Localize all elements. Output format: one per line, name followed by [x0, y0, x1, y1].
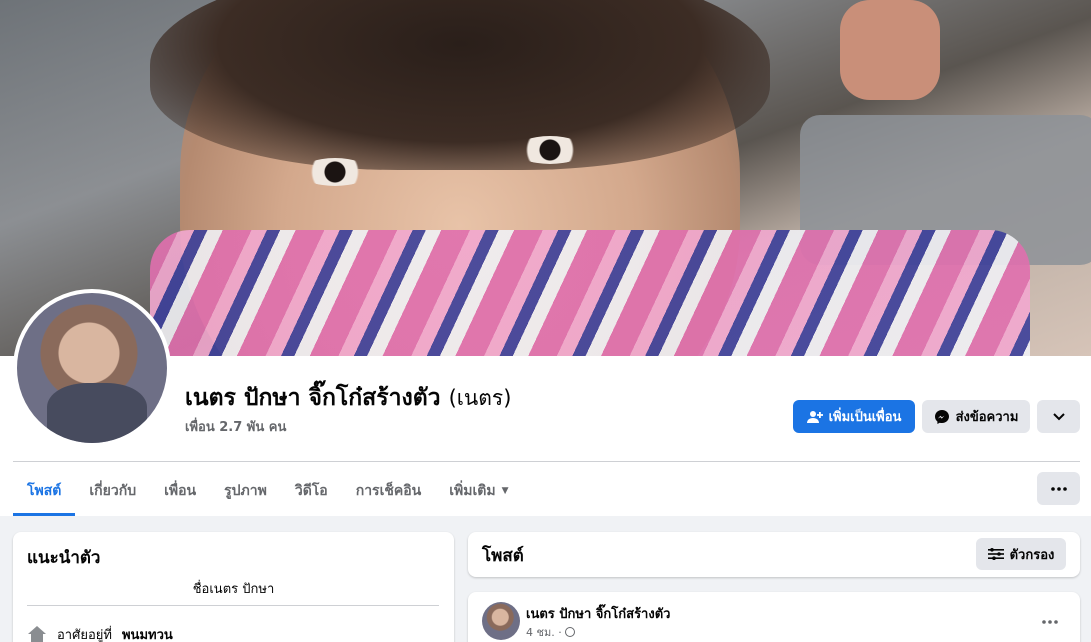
- tab-label: เพื่อน: [164, 483, 197, 499]
- intro-title: แนะนำตัว: [27, 548, 101, 568]
- profile-tabs: โพสต์ เกี่ยวกับ เพื่อน รูปภาพ วิดีโอ การ…: [13, 466, 523, 516]
- tab-label: การเช็คอิน: [355, 483, 422, 499]
- overflow-menu-button[interactable]: [1037, 472, 1080, 505]
- post-timestamp[interactable]: 4 ชม. ·: [526, 623, 562, 641]
- caret-down-icon: ▼: [501, 486, 509, 496]
- globe-icon: [564, 627, 575, 637]
- add-friend-icon: [806, 409, 823, 425]
- post-meta: 4 ชม. ·: [526, 623, 575, 641]
- friends-count-link[interactable]: เพื่อน 2.7 พัน คน: [185, 416, 286, 437]
- profile-name: เนตร ปักษา จิ๊กโก๋สร้างตัว: [185, 385, 441, 411]
- tab-photos[interactable]: รูปภาพ: [210, 466, 281, 516]
- cover-photo-shirt: [150, 230, 1030, 356]
- messenger-icon: [934, 409, 950, 425]
- tab-friends[interactable]: เพื่อน: [150, 466, 210, 516]
- tab-label: โพสต์: [27, 483, 62, 499]
- filter-label: ตัวกรอง: [1009, 547, 1055, 563]
- tab-label: เพิ่มเติม: [449, 483, 496, 499]
- post-options-button[interactable]: [1032, 604, 1068, 640]
- profile-avatar[interactable]: [13, 289, 171, 447]
- header-divider: [13, 461, 1080, 462]
- filter-button[interactable]: ตัวกรอง: [976, 538, 1066, 570]
- message-button[interactable]: ส่งข้อความ: [922, 400, 1030, 433]
- tab-more[interactable]: เพิ่มเติม ▼: [435, 466, 522, 516]
- add-friend-label: เพิ่มเป็นเพื่อน: [828, 410, 902, 425]
- chevron-down-icon: [1052, 412, 1065, 421]
- tab-videos[interactable]: วิดีโอ: [281, 466, 342, 516]
- intro-lives-in: อาศัยอยู่ที่ พนมทวน: [27, 624, 173, 642]
- tab-check-ins[interactable]: การเช็คอิน: [342, 466, 436, 516]
- post-card: เนตร ปักษา จิ๊กโก๋สร้างตัว 4 ชม. ·: [468, 592, 1080, 642]
- profile-alternate-name: (เนตร): [448, 386, 512, 410]
- ellipsis-icon: [1050, 486, 1067, 491]
- cover-photo[interactable]: [0, 0, 1091, 356]
- lives-in-prefix: อาศัยอยู่ที่: [57, 628, 112, 642]
- tab-label: วิดีโอ: [294, 483, 328, 499]
- more-options-button[interactable]: [1037, 400, 1080, 433]
- add-friend-button[interactable]: เพิ่มเป็นเพื่อน: [793, 400, 915, 433]
- filter-icon: [987, 548, 1004, 560]
- posts-title: โพสต์: [482, 546, 524, 566]
- intro-bio: ชื่อเนตร ปักษา: [192, 582, 275, 597]
- post-author-avatar[interactable]: [482, 602, 520, 640]
- lives-in-place-link[interactable]: พนมทวน: [122, 624, 173, 642]
- post-author-name[interactable]: เนตร ปักษา จิ๊กโก๋สร้างตัว: [526, 603, 670, 624]
- tab-posts[interactable]: โพสต์: [13, 466, 76, 516]
- cover-photo-hand: [840, 0, 940, 100]
- intro-divider: [27, 605, 439, 606]
- cover-photo-eye: [515, 136, 585, 164]
- cover-photo-hair: [150, 0, 770, 170]
- home-icon: [27, 625, 47, 642]
- message-label: ส่งข้อความ: [955, 410, 1019, 425]
- ellipsis-icon: [1042, 620, 1058, 624]
- cover-photo-eye: [300, 158, 370, 186]
- tab-label: เกี่ยวกับ: [89, 483, 137, 499]
- intro-card: แนะนำตัว ชื่อเนตร ปักษา อาศัยอยู่ที่ พนม…: [13, 532, 454, 642]
- tab-about[interactable]: เกี่ยวกับ: [75, 466, 150, 516]
- profile-name-row: เนตร ปักษา จิ๊กโก๋สร้างตัว (เนตร): [185, 380, 511, 416]
- posts-header-card: โพสต์ ตัวกรอง: [468, 532, 1080, 577]
- avatar-helmet: [47, 383, 147, 443]
- tab-label: รูปภาพ: [224, 483, 267, 499]
